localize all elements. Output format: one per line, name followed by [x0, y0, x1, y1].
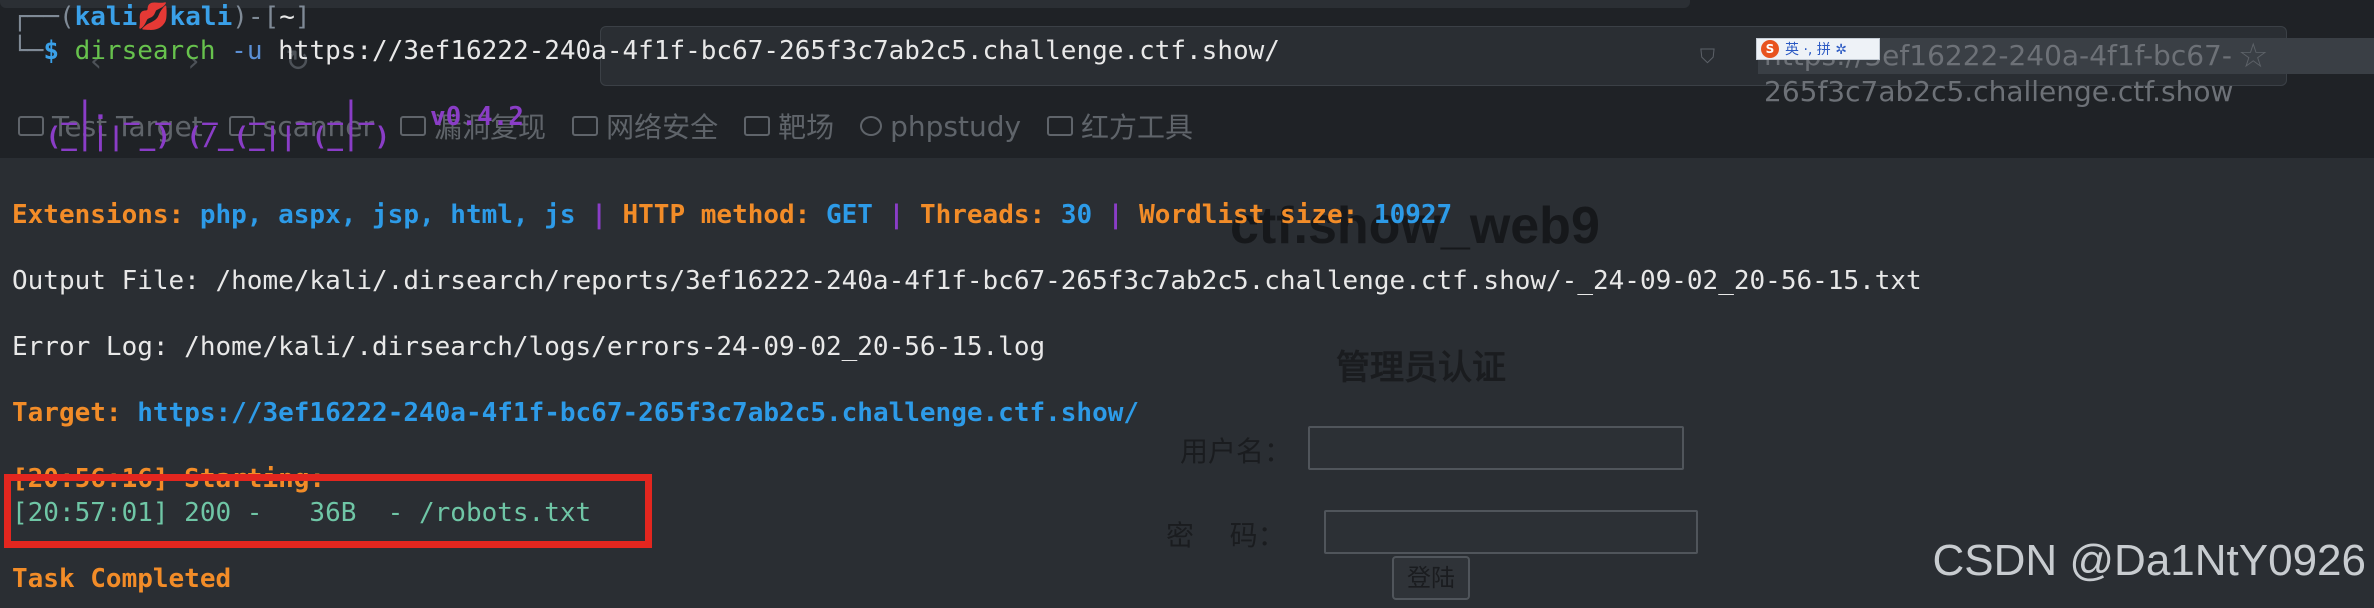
prompt-user: kali — [74, 2, 138, 32]
extensions-value: php, aspx, jsp, html, js — [199, 200, 576, 230]
highlight-box — [4, 474, 652, 548]
separator: | — [591, 200, 607, 230]
task-completed-line: Task Completed — [12, 564, 232, 594]
command-flag: -u — [231, 36, 263, 66]
terminal-output: ┌──(kali💋kali)-[~] └─$ dirsearch -u http… — [0, 0, 2374, 608]
target-line: Target: https://3ef16222-240a-4f1f-bc67-… — [12, 398, 1139, 428]
method-value: GET — [826, 200, 873, 230]
wordlist-value: 10927 — [1373, 200, 1453, 230]
command-url: https://3ef16222-240a-4f1f-bc67-265f3c7a… — [278, 36, 1280, 66]
prompt-line: ┌──(kali💋kali)-[~] — [12, 2, 311, 32]
banner-line: (_||| _) (/_(_|| (_| ) — [30, 122, 391, 152]
dirsearch-version: v0.4.2 — [430, 102, 524, 132]
output-file-line: Output File: /home/kali/.dirsearch/repor… — [12, 266, 1922, 296]
wordlist-label: Wordlist size: — [1139, 200, 1359, 230]
threads-value: 30 — [1060, 200, 1093, 230]
separator: | — [888, 200, 905, 230]
dirsearch-banner: _|. _ _ _ _ _ _|_ (_||| _) (/_(_|| (_| ) — [30, 98, 390, 150]
command-line: └─$ dirsearch -u https://3ef16222-240a-4… — [12, 36, 1280, 66]
config-line: Extensions: php, aspx, jsp, html, js | H… — [12, 200, 1452, 230]
lips-icon: 💋 — [137, 2, 170, 32]
prompt-dir: ~ — [279, 2, 295, 32]
target-label: Target: — [12, 398, 122, 428]
separator: | — [1107, 200, 1124, 230]
command-name: dirsearch — [74, 36, 216, 66]
target-value: https://3ef16222-240a-4f1f-bc67-265f3c7a… — [137, 398, 1140, 428]
error-log-line: Error Log: /home/kali/.dirsearch/logs/er… — [12, 332, 1046, 362]
method-label: HTTP method: — [622, 200, 811, 230]
prompt-host: kali — [169, 2, 233, 32]
extensions-label: Extensions: — [12, 200, 185, 230]
threads-label: Threads: — [919, 200, 1046, 230]
